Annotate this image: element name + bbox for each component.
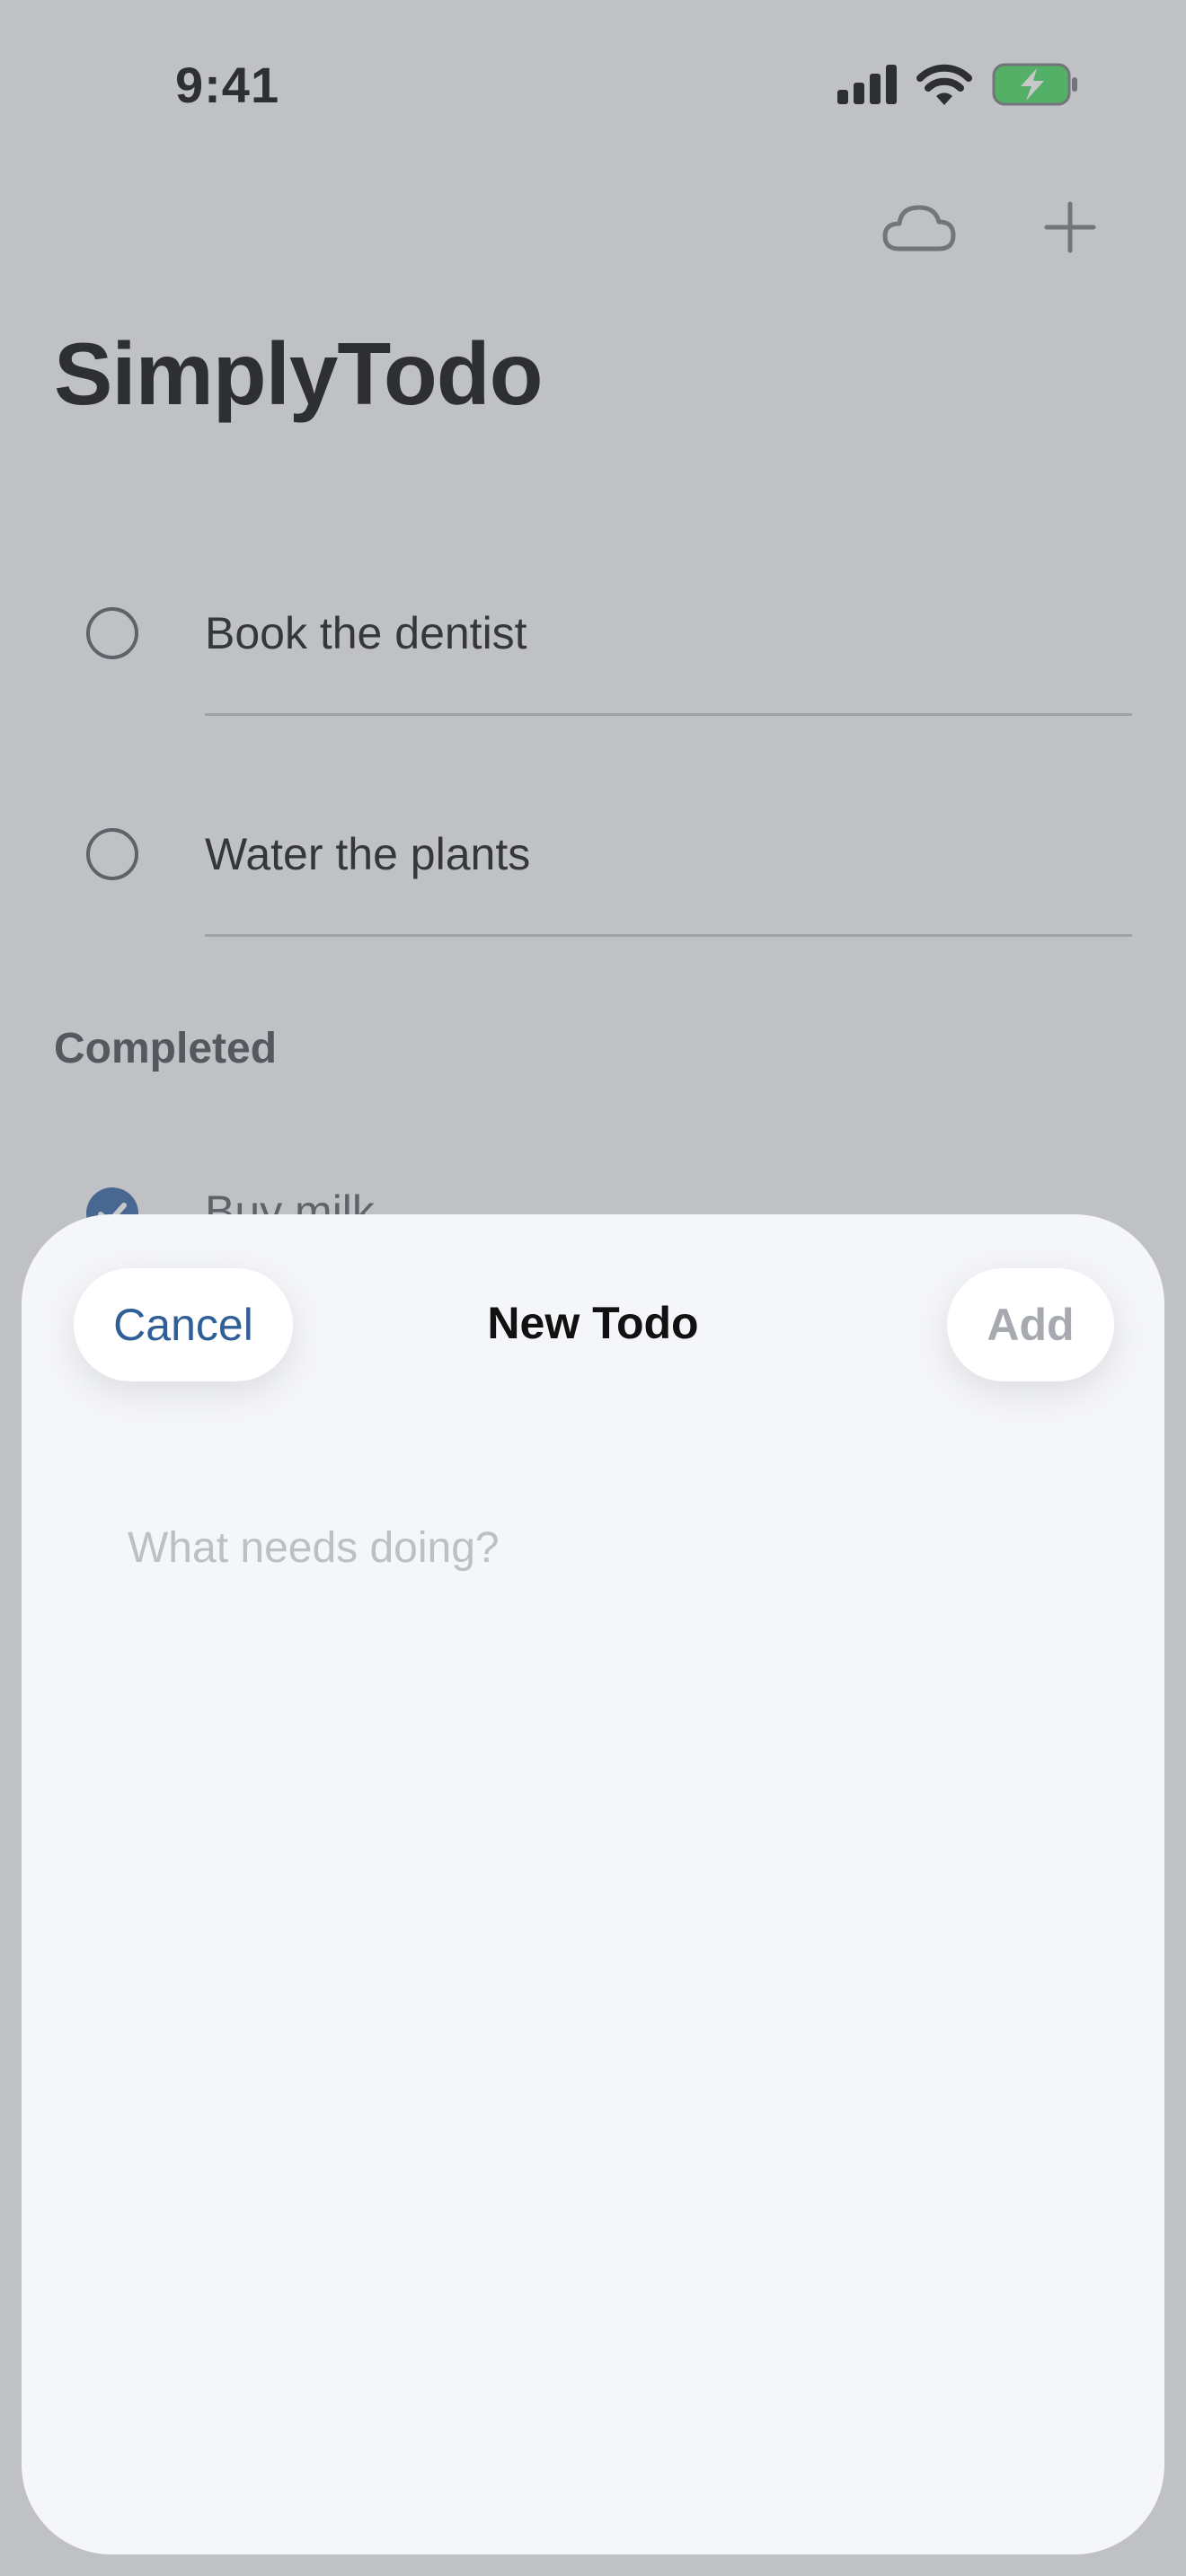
new-todo-input[interactable] <box>126 1511 1064 1584</box>
new-todo-sheet: Cancel New Todo Add <box>22 1214 1164 2554</box>
add-button[interactable]: Add <box>947 1268 1114 1381</box>
